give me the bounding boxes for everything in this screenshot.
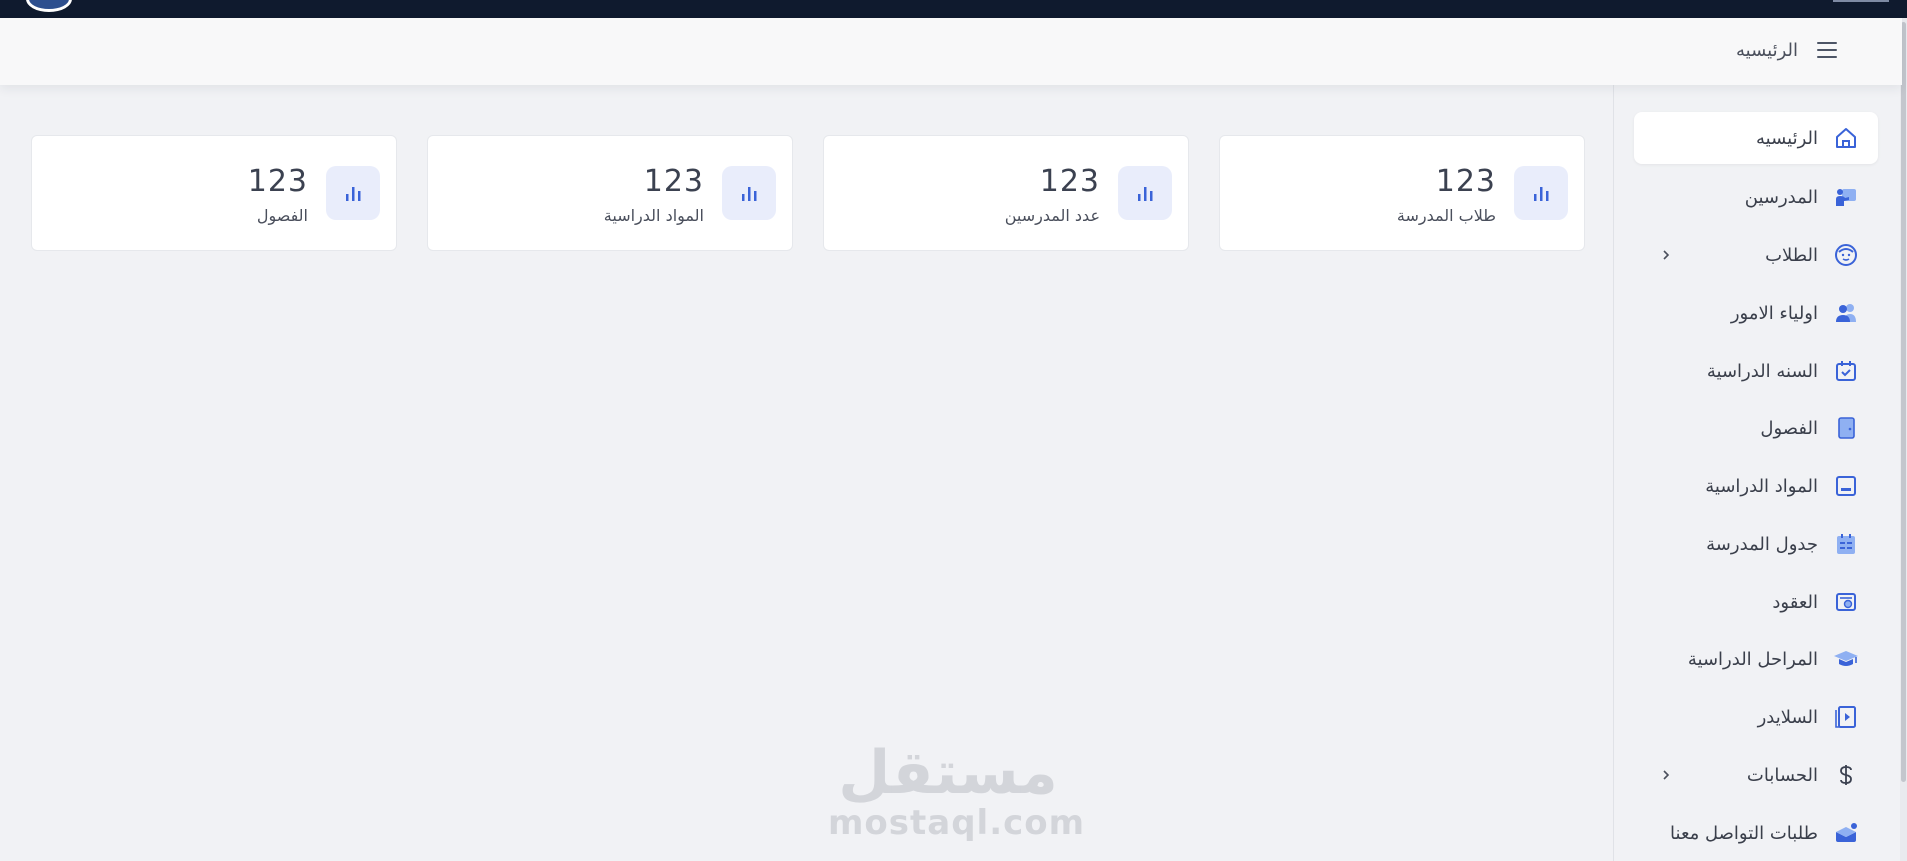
watermark-latin: mostaql.com bbox=[828, 803, 1086, 843]
contract-icon bbox=[1832, 588, 1860, 616]
sidebar-item-label: المدرسين bbox=[1744, 186, 1818, 208]
sidebar-item-label: طلبات التواصل معنا bbox=[1670, 822, 1818, 844]
stat-card-students[interactable]: 123 طلاب المدرسة bbox=[1219, 135, 1585, 251]
sidebar-item-contact-requests[interactable]: طلبات التواصل معنا bbox=[1618, 807, 1878, 859]
sidebar-item-classes[interactable]: الفصول bbox=[1634, 402, 1878, 454]
stat-label: طلاب المدرسة bbox=[1396, 206, 1496, 225]
sidebar-item-label: السنه الدراسية bbox=[1706, 360, 1818, 382]
bar-chart-icon bbox=[326, 166, 380, 220]
sidebar-item-label: المواد الدراسية bbox=[1705, 475, 1818, 497]
logo bbox=[26, 0, 72, 12]
sidebar-item-slider[interactable]: السلايدر bbox=[1634, 691, 1878, 743]
home-icon bbox=[1832, 124, 1860, 152]
watermark: مستقل mostaql.com bbox=[828, 738, 1086, 843]
breadcrumb: الرئيسيه bbox=[1736, 40, 1798, 61]
stat-value: 123 bbox=[1435, 164, 1496, 199]
sidebar-item-academic-year[interactable]: السنه الدراسية bbox=[1634, 345, 1878, 397]
sidebar-item-teachers[interactable]: المدرسين bbox=[1634, 171, 1878, 223]
page-scrollbar[interactable] bbox=[1900, 18, 1907, 861]
scrollbar-thumb[interactable] bbox=[1901, 22, 1906, 782]
graduation-cap-icon bbox=[1832, 645, 1860, 673]
stat-card-teachers[interactable]: 123 عدد المدرسين bbox=[823, 135, 1189, 251]
stat-value: 123 bbox=[643, 164, 704, 199]
dollar-icon bbox=[1832, 761, 1860, 789]
slider-icon bbox=[1832, 703, 1860, 731]
chevron-right-icon[interactable] bbox=[1656, 765, 1676, 785]
teacher-icon bbox=[1832, 183, 1860, 211]
sidebar-item-label: الرئيسيه bbox=[1756, 127, 1818, 149]
sidebar-item-parents[interactable]: اولياء الامور bbox=[1634, 287, 1878, 339]
bar-chart-icon bbox=[722, 166, 776, 220]
sidebar-item-label: الطلاب bbox=[1765, 244, 1818, 266]
student-face-icon bbox=[1832, 241, 1860, 269]
sidebar-item-label: المراحل الدراسية bbox=[1687, 648, 1818, 670]
stat-label: الفصول bbox=[256, 206, 308, 225]
subjects-icon bbox=[1832, 472, 1860, 500]
sidebar-item-school-schedule[interactable]: جدول المدرسة bbox=[1634, 518, 1878, 570]
stat-label: المواد الدراسية bbox=[603, 206, 704, 225]
parents-icon bbox=[1832, 299, 1860, 327]
calendar-check-icon bbox=[1832, 357, 1860, 385]
stat-card-classes[interactable]: 123 الفصول bbox=[31, 135, 397, 251]
sidebar-item-students[interactable]: الطلاب bbox=[1634, 229, 1878, 281]
schedule-icon bbox=[1832, 530, 1860, 558]
bar-chart-icon bbox=[1514, 166, 1568, 220]
inbox-icon bbox=[1832, 819, 1860, 847]
top-bar bbox=[0, 0, 1907, 18]
sidebar-item-label: الفصول bbox=[1760, 417, 1818, 439]
hamburger-menu-icon[interactable] bbox=[1815, 38, 1839, 62]
stat-card-subjects[interactable]: 123 المواد الدراسية bbox=[427, 135, 793, 251]
bar-chart-icon bbox=[1118, 166, 1172, 220]
sidebar-item-label: جدول المدرسة bbox=[1706, 533, 1818, 555]
sidebar-item-contracts[interactable]: العقود bbox=[1634, 576, 1878, 628]
brand-mark bbox=[1737, 0, 1817, 10]
page-header: الرئيسيه bbox=[0, 18, 1902, 85]
sidebar-item-label: اولياء الامور bbox=[1730, 302, 1818, 324]
sidebar-item-subjects[interactable]: المواد الدراسية bbox=[1634, 460, 1878, 512]
stat-value: 123 bbox=[1039, 164, 1100, 199]
sidebar-item-label: الحسابات bbox=[1746, 764, 1818, 786]
brand-subtext-mark bbox=[1833, 0, 1889, 6]
sidebar-item-home[interactable]: الرئيسيه bbox=[1634, 112, 1878, 164]
stat-label: عدد المدرسين bbox=[1004, 206, 1100, 225]
chevron-right-icon[interactable] bbox=[1656, 245, 1676, 265]
sidebar-item-accounts[interactable]: الحسابات bbox=[1634, 749, 1878, 801]
watermark-arabic: مستقل bbox=[838, 738, 1058, 808]
sidebar: الرئيسيه المدرسين الطلاب اولياء الامور ا… bbox=[1614, 85, 1900, 861]
classroom-door-icon bbox=[1832, 414, 1860, 442]
stat-value: 123 bbox=[247, 164, 308, 199]
sidebar-item-label: السلايدر bbox=[1757, 706, 1818, 728]
sidebar-item-academic-stages[interactable]: المراحل الدراسية bbox=[1634, 633, 1878, 685]
sidebar-item-label: العقود bbox=[1772, 591, 1818, 613]
